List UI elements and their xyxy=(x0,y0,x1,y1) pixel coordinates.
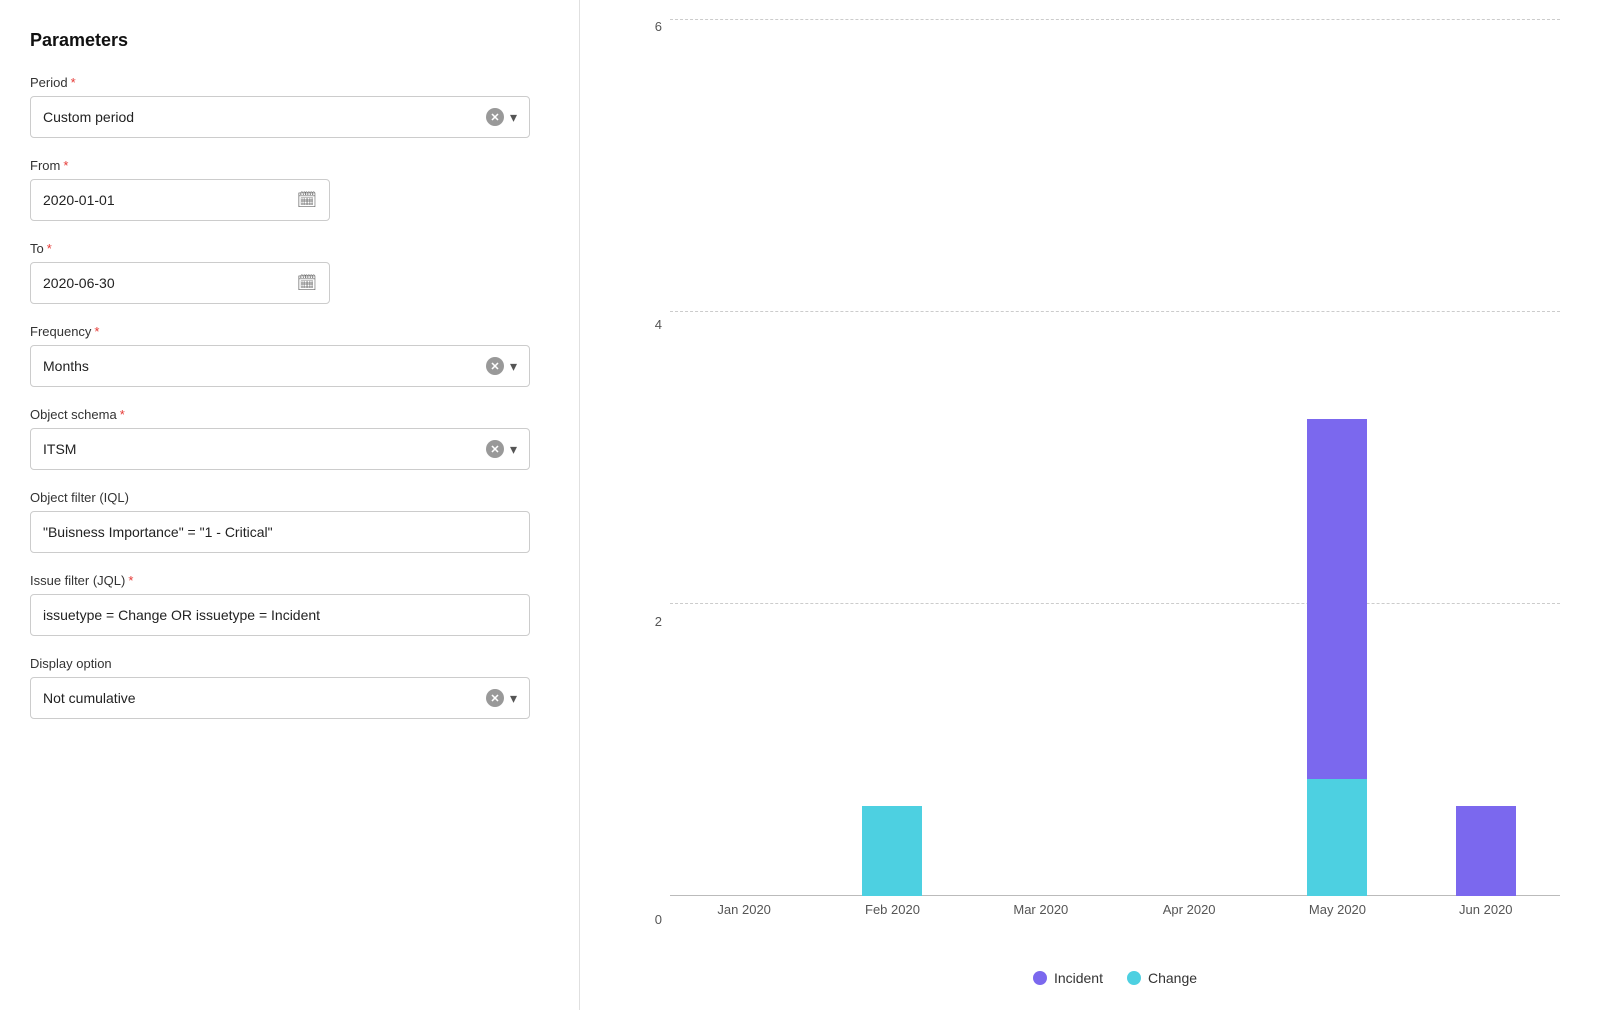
issue-filter-input[interactable] xyxy=(43,607,517,623)
legend-change-label: Change xyxy=(1148,970,1197,986)
to-label: To * xyxy=(30,241,549,256)
to-calendar-icon: 🗓 xyxy=(297,273,317,293)
legend-incident-label: Incident xyxy=(1054,970,1103,986)
to-required: * xyxy=(47,241,52,256)
issue-filter-field-group: Issue filter (JQL) * xyxy=(30,573,549,636)
from-date-value: 2020-01-01 xyxy=(43,192,297,208)
chart-inner: 6 4 2 0 Jan 2020Feb 2020Mar 2020Apr 2020May… xyxy=(620,20,1560,956)
panel-title: Parameters xyxy=(30,30,549,51)
left-panel: Parameters Period * Custom period ✕ ▾ Fr… xyxy=(0,0,580,1010)
bar-stack xyxy=(1456,806,1516,896)
month-group xyxy=(670,20,818,896)
object-filter-label: Object filter (IQL) xyxy=(30,490,549,505)
chart-legend: Incident Change xyxy=(620,956,1560,990)
bars-row xyxy=(670,20,1560,896)
x-axis-label: Mar 2020 xyxy=(967,896,1115,926)
month-group xyxy=(1412,20,1560,896)
period-clear-icon[interactable]: ✕ xyxy=(486,108,504,126)
period-select-icons: ✕ ▾ xyxy=(486,108,517,126)
frequency-value: Months xyxy=(43,358,486,374)
period-chevron-icon: ▾ xyxy=(510,109,517,126)
x-axis-label: May 2020 xyxy=(1263,896,1411,926)
object-filter-input-wrapper[interactable] xyxy=(30,511,530,553)
object-schema-field-group: Object schema * ITSM ✕ ▾ xyxy=(30,407,549,470)
chart-area: 6 4 2 0 Jan 2020Feb 2020Mar 2020Apr 2020May… xyxy=(620,20,1560,956)
display-option-field-group: Display option Not cumulative ✕ ▾ xyxy=(30,656,549,719)
x-axis-label: Jun 2020 xyxy=(1412,896,1560,926)
display-option-clear-icon[interactable]: ✕ xyxy=(486,689,504,707)
x-axis-label: Apr 2020 xyxy=(1115,896,1263,926)
issue-filter-required: * xyxy=(128,573,133,588)
period-label: Period * xyxy=(30,75,549,90)
right-panel: 6 4 2 0 Jan 2020Feb 2020Mar 2020Apr 2020May… xyxy=(580,0,1600,1010)
x-axis-label: Feb 2020 xyxy=(818,896,966,926)
frequency-chevron-icon: ▾ xyxy=(510,358,517,375)
issue-filter-input-wrapper[interactable] xyxy=(30,594,530,636)
bar-stack xyxy=(1307,419,1367,896)
display-option-chevron-icon: ▾ xyxy=(510,690,517,707)
month-group xyxy=(1263,20,1411,896)
from-field-group: From * 2020-01-01 🗓 xyxy=(30,158,549,221)
period-field-group: Period * Custom period ✕ ▾ xyxy=(30,75,549,138)
from-required: * xyxy=(63,158,68,173)
y-axis-label: 2 xyxy=(620,615,670,628)
y-axis: 6 4 2 0 xyxy=(620,20,670,926)
bar-incident xyxy=(1307,419,1367,779)
y-axis-label: 6 xyxy=(620,20,670,33)
from-date-input[interactable]: 2020-01-01 🗓 xyxy=(30,179,330,221)
period-required: * xyxy=(71,75,76,90)
frequency-clear-icon[interactable]: ✕ xyxy=(486,357,504,375)
to-field-group: To * 2020-06-30 🗓 xyxy=(30,241,549,304)
object-schema-value: ITSM xyxy=(43,441,486,457)
x-labels: Jan 2020Feb 2020Mar 2020Apr 2020May 2020… xyxy=(670,896,1560,926)
legend-change-dot xyxy=(1127,971,1141,985)
issue-filter-label: Issue filter (JQL) * xyxy=(30,573,549,588)
display-option-select[interactable]: Not cumulative ✕ ▾ xyxy=(30,677,530,719)
frequency-select[interactable]: Months ✕ ▾ xyxy=(30,345,530,387)
object-schema-clear-icon[interactable]: ✕ xyxy=(486,440,504,458)
bar-incident xyxy=(1456,806,1516,896)
frequency-select-icons: ✕ ▾ xyxy=(486,357,517,375)
to-date-value: 2020-06-30 xyxy=(43,275,297,291)
x-axis-label: Jan 2020 xyxy=(670,896,818,926)
frequency-field-group: Frequency * Months ✕ ▾ xyxy=(30,324,549,387)
bar-change xyxy=(862,806,922,896)
period-value: Custom period xyxy=(43,109,486,125)
display-option-select-icons: ✕ ▾ xyxy=(486,689,517,707)
to-date-input[interactable]: 2020-06-30 🗓 xyxy=(30,262,330,304)
month-group xyxy=(818,20,966,896)
bar-stack xyxy=(862,806,922,896)
object-schema-label: Object schema * xyxy=(30,407,549,422)
object-filter-input[interactable] xyxy=(43,524,517,540)
period-select[interactable]: Custom period ✕ ▾ xyxy=(30,96,530,138)
legend-change: Change xyxy=(1127,970,1197,986)
bar-change xyxy=(1307,779,1367,896)
object-schema-select[interactable]: ITSM ✕ ▾ xyxy=(30,428,530,470)
object-schema-select-icons: ✕ ▾ xyxy=(486,440,517,458)
grid-and-bars: Jan 2020Feb 2020Mar 2020Apr 2020May 2020… xyxy=(670,20,1560,926)
month-group xyxy=(967,20,1115,896)
object-schema-required: * xyxy=(120,407,125,422)
y-axis-label: 0 xyxy=(620,913,670,926)
legend-incident-dot xyxy=(1033,971,1047,985)
display-option-label: Display option xyxy=(30,656,549,671)
frequency-required: * xyxy=(94,324,99,339)
month-group xyxy=(1115,20,1263,896)
display-option-value: Not cumulative xyxy=(43,690,486,706)
from-label: From * xyxy=(30,158,549,173)
from-calendar-icon: 🗓 xyxy=(297,190,317,210)
legend-incident: Incident xyxy=(1033,970,1103,986)
object-filter-field-group: Object filter (IQL) xyxy=(30,490,549,553)
object-schema-chevron-icon: ▾ xyxy=(510,441,517,458)
y-axis-label: 4 xyxy=(620,318,670,331)
frequency-label: Frequency * xyxy=(30,324,549,339)
